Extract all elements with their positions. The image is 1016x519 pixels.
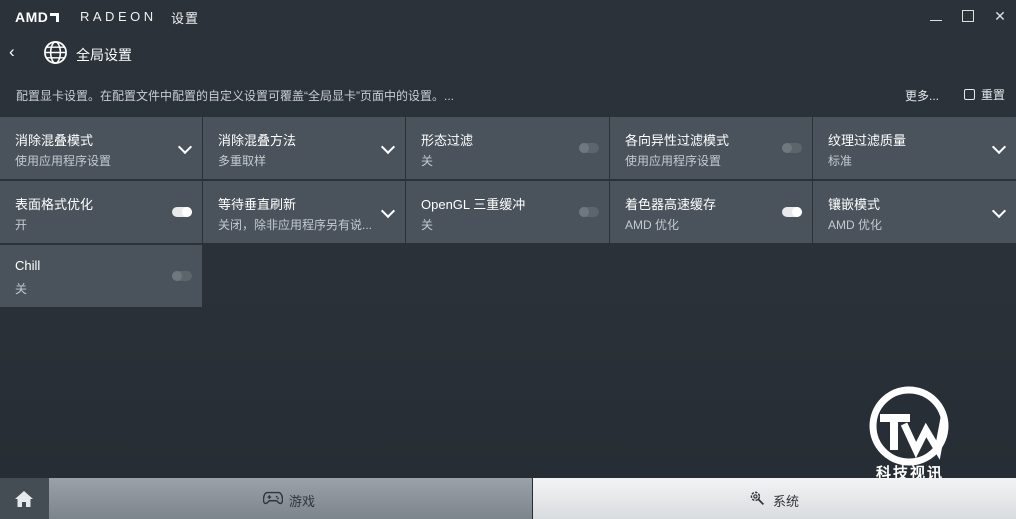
setting-label: 形态过滤: [421, 133, 474, 148]
reset-label: 重置: [981, 88, 1006, 102]
chevron-down-icon[interactable]: [177, 139, 193, 155]
setting-label: 表面格式优化: [15, 197, 94, 212]
setting-value: 使用应用程序设置: [625, 154, 722, 168]
setting-tile[interactable]: 各向异性过滤模式 使用应用程序设置: [610, 117, 812, 179]
globe-icon: [44, 41, 67, 64]
setting-label: OpenGL 三重缓冲: [421, 197, 526, 212]
setting-label: 等待垂直刷新: [218, 197, 297, 212]
amd-logo: AMD: [15, 9, 60, 25]
back-icon[interactable]: ‹: [9, 43, 25, 61]
setting-value: 关: [421, 218, 434, 232]
reset-button[interactable]: 重置: [964, 86, 1005, 103]
gear-wrench-icon: [750, 491, 765, 506]
setting-label: 着色器高速缓存: [625, 197, 717, 212]
setting-tile[interactable]: 镶嵌模式 AMD 优化: [813, 181, 1016, 243]
tab-system[interactable]: 系统: [533, 478, 1016, 519]
setting-tile[interactable]: 消除混叠方法 多重取样: [203, 117, 405, 179]
setting-value: 开: [15, 218, 28, 232]
setting-value: AMD 优化: [625, 218, 680, 232]
home-button[interactable]: [0, 478, 49, 519]
radeon-text: RADEON: [80, 9, 157, 24]
tab-games[interactable]: 游戏: [49, 478, 532, 519]
setting-label: 各向异性过滤模式: [625, 133, 730, 148]
setting-tile[interactable]: 着色器高速缓存 AMD 优化: [610, 181, 812, 243]
toggle-switch[interactable]: [172, 207, 192, 217]
setting-tile[interactable]: 形态过滤关: [406, 117, 609, 179]
setting-value: 使用应用程序设置: [15, 154, 112, 168]
toggle-switch[interactable]: [579, 207, 599, 217]
setting-tile[interactable]: 等待垂直刷新关闭，除非应用程序另有说...: [203, 181, 405, 243]
chevron-down-icon[interactable]: [380, 203, 396, 219]
tab-games-label: 游戏: [289, 494, 316, 509]
chevron-down-icon[interactable]: [991, 139, 1007, 155]
setting-value: 关: [15, 282, 28, 296]
tab-system-label: 系统: [773, 494, 800, 509]
maximize-icon[interactable]: [960, 8, 976, 24]
setting-label: 纹理过滤质量: [828, 133, 907, 148]
toggle-switch[interactable]: [782, 143, 802, 153]
setting-label: 镶嵌模式: [828, 197, 881, 212]
minimize-icon[interactable]: [928, 8, 944, 24]
chevron-down-icon[interactable]: [380, 139, 396, 155]
setting-value: AMD 优化: [828, 218, 883, 232]
toggle-switch[interactable]: [782, 207, 802, 217]
setting-label: 消除混叠模式: [15, 133, 94, 148]
bottom-bar: 游戏 系统: [0, 478, 1016, 519]
setting-tile[interactable]: Chill 关: [0, 245, 202, 307]
title-bar: AMD RADEON 设置 ✕: [0, 0, 1016, 32]
settings-text: 设置: [171, 11, 200, 26]
home-icon: [15, 491, 33, 507]
setting-tile[interactable]: 表面格式优化开: [0, 181, 202, 243]
close-icon[interactable]: ✕: [992, 8, 1008, 24]
setting-label: 消除混叠方法: [218, 133, 297, 148]
chevron-down-icon[interactable]: [991, 203, 1007, 219]
toggle-switch[interactable]: [172, 271, 192, 281]
toggle-switch[interactable]: [579, 143, 599, 153]
setting-value: 关: [421, 154, 434, 168]
amd-logo-icon: [50, 13, 60, 22]
setting-tile[interactable]: 纹理过滤质量 标准: [813, 117, 1016, 179]
gamepad-icon: [263, 491, 283, 505]
reset-icon: [964, 89, 975, 100]
page-description: 配置显卡设置。在配置文件中配置的自定义设置可覆盖“全局显卡”页面中的设置。...: [16, 89, 454, 103]
setting-value: 标准: [828, 154, 853, 168]
setting-label: Chill: [15, 258, 41, 273]
more-button[interactable]: 更多...: [905, 87, 939, 104]
setting-value: 多重取样: [218, 154, 267, 168]
amd-brand-text: AMD: [15, 9, 49, 25]
setting-value: 关闭，除非应用程序另有说...: [218, 218, 373, 232]
setting-tile[interactable]: OpenGL 三重缓冲关: [406, 181, 609, 243]
setting-tile[interactable]: 消除混叠模式使用应用程序设置: [0, 117, 202, 179]
page-title: 全局设置: [76, 47, 132, 63]
